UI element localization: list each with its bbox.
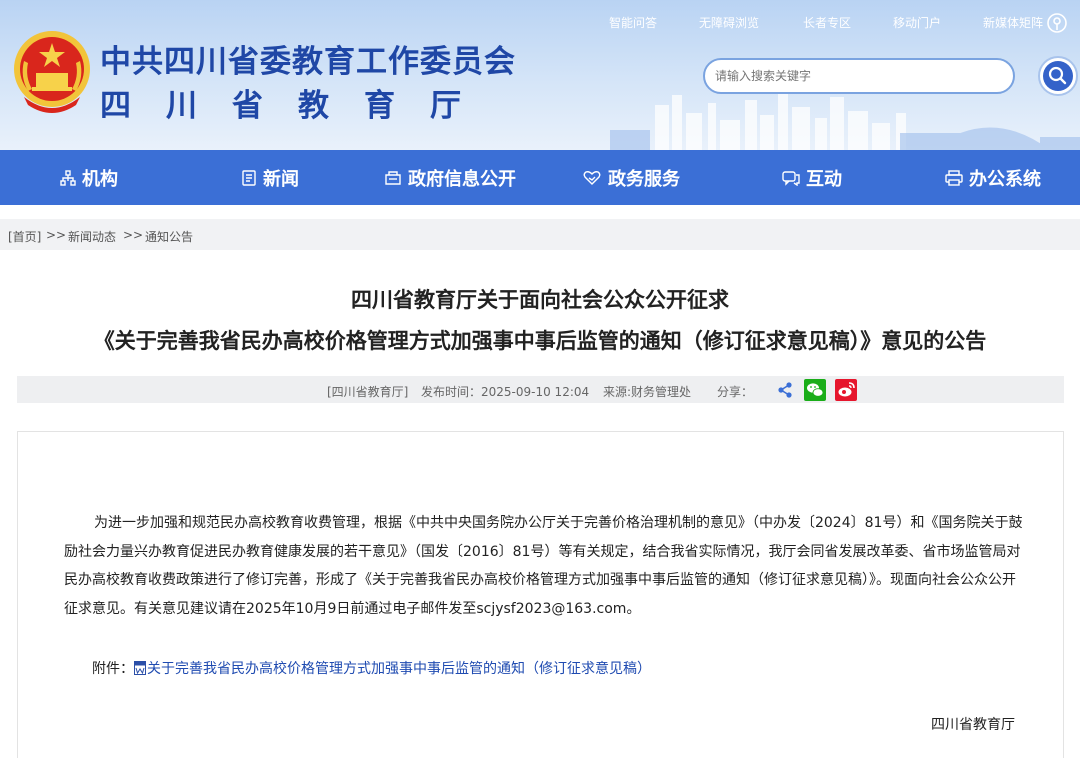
site-header: 中共四川省委教育工作委员会 四川省教育厅 智能问答 无障碍浏览 长者专区 移动门… — [0, 0, 1080, 150]
search-icon — [1048, 66, 1067, 85]
nav-item-office[interactable]: 办公系统 — [945, 150, 1041, 205]
site-title-main: 中共四川省委教育工作委员会 — [100, 44, 516, 80]
nav-item-gov-info[interactable]: 政府信息公开 — [384, 150, 516, 205]
national-emblem-icon — [14, 31, 90, 113]
nav-label-gov-info: 政府信息公开 — [408, 168, 516, 190]
breadcrumb-home[interactable]: [首页] — [8, 228, 41, 245]
chat-icon — [782, 170, 800, 186]
article-signature: 四川省教育厅 — [931, 717, 1015, 733]
nav-item-org[interactable]: 机构 — [60, 150, 118, 205]
meta-origin: 来源:财务管理处 — [603, 385, 692, 399]
service-heart-icon — [583, 170, 601, 185]
meta-share-label: 分享： — [717, 385, 754, 399]
main-nav: 机构 新闻 政府信息公开 政务服务 互动 办公系统 — [0, 150, 1080, 205]
search-input[interactable] — [703, 58, 1015, 94]
news-icon — [242, 169, 256, 186]
meta-publish-time: 发布时间：2025-09-10 12:04 — [421, 385, 590, 399]
top-link-elderly[interactable]: 长者专区 — [803, 14, 851, 31]
nav-label-interact: 互动 — [806, 168, 842, 190]
article-content: 为进一步加强和规范民办高校教育收费管理，根据《中共中央国务院办公厅关于完善价格治… — [17, 431, 1064, 758]
org-chart-icon — [60, 169, 76, 186]
article-title-line2: 《关于完善我省民办高校价格管理方式加强事中事后监管的通知（修订征求意见稿）》意见… — [93, 329, 987, 353]
new-media-icon[interactable] — [1046, 12, 1068, 34]
city-skyline-illustration — [610, 93, 1080, 150]
top-link-smart-qa[interactable]: 智能问答 — [609, 14, 657, 31]
breadcrumb-news[interactable]: 新闻动态 — [68, 228, 116, 245]
top-link-accessibility[interactable]: 无障碍浏览 — [699, 14, 759, 31]
attachment-label: 附件： — [92, 661, 134, 677]
search-button[interactable] — [1038, 56, 1078, 96]
meta-source-tag: [四川省教育厅] — [327, 385, 409, 399]
nav-item-news[interactable]: 新闻 — [241, 150, 299, 205]
site-title-sub: 四川省教育厅 — [100, 88, 496, 124]
nav-label-office: 办公系统 — [969, 168, 1041, 190]
nav-label-news: 新闻 — [263, 168, 299, 190]
top-links: 智能问答 无障碍浏览 长者专区 移动门户 新媒体矩阵 — [600, 12, 1080, 34]
article-body-paragraph: 为进一步加强和规范民办高校教育收费管理，根据《中共中央国务院办公厅关于完善价格治… — [64, 515, 1023, 617]
nav-label-service: 政务服务 — [608, 168, 680, 190]
word-document-icon — [134, 661, 146, 675]
attachment-link[interactable]: 关于完善我省民办高校价格管理方式加强事中事后监管的通知（修订征求意见稿） — [147, 661, 651, 677]
top-link-mobile-portal[interactable]: 移动门户 — [893, 14, 941, 31]
wechat-share-icon[interactable] — [804, 379, 826, 401]
breadcrumb-separator: >> — [46, 228, 67, 242]
gov-info-icon — [385, 170, 401, 185]
attachment-row: 附件： 关于完善我省民办高校价格管理方式加强事中事后监管的通知（修订征求意见稿） — [92, 658, 651, 678]
breadcrumb-separator: >> — [123, 228, 144, 242]
article-meta-bar: [四川省教育厅] 发布时间：2025-09-10 12:04 来源:财务管理处 … — [17, 376, 1064, 403]
nav-item-service[interactable]: 政务服务 — [582, 150, 680, 205]
article-title-line1: 四川省教育厅关于面向社会公众公开征求 — [351, 288, 729, 312]
top-link-new-media[interactable]: 新媒体矩阵 — [983, 14, 1043, 31]
nav-item-interact[interactable]: 互动 — [782, 150, 842, 205]
nav-label-org: 机构 — [82, 168, 118, 190]
breadcrumb-notices[interactable]: 通知公告 — [145, 228, 193, 245]
printer-icon — [945, 169, 963, 186]
share-icon[interactable] — [774, 379, 796, 401]
weibo-share-icon[interactable] — [835, 379, 857, 401]
breadcrumb: [首页] >> 新闻动态 >> 通知公告 — [0, 219, 1080, 250]
